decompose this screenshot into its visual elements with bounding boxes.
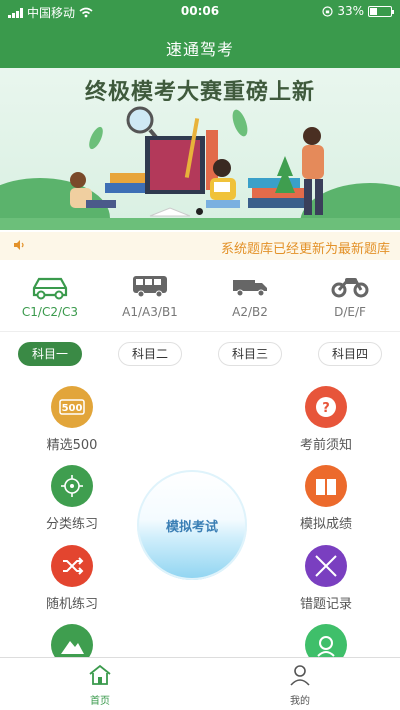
battery-percent: 33% xyxy=(337,4,364,18)
bus-icon xyxy=(133,276,167,298)
exam-notes-button[interactable]: ? 考前须知 xyxy=(276,386,376,453)
random-practice-button[interactable]: 随机练习 xyxy=(22,545,122,612)
home-icon xyxy=(89,664,111,685)
header-bar: 中国移动 00:06 33% 速通驾考 xyxy=(0,0,400,68)
category-a1[interactable]: A1/A3/B1 xyxy=(100,262,200,332)
banner-headline: 终极模考大赛重磅上新 xyxy=(84,80,315,105)
rotation-lock-icon xyxy=(322,5,333,17)
select-500-label: 精选500 xyxy=(46,438,98,453)
question-icon: ? xyxy=(305,386,347,428)
status-right: 33% xyxy=(322,4,394,18)
category-c1[interactable]: C1/C2/C3 xyxy=(0,262,100,332)
select-500-button[interactable]: 500 精选500 xyxy=(22,386,122,453)
mock-results-button[interactable]: 模拟成绩 xyxy=(276,465,376,532)
motorcycle-icon xyxy=(331,278,369,298)
tab-subject-3[interactable]: 科目三 xyxy=(218,342,282,366)
tab-home[interactable]: 首页 xyxy=(70,664,130,707)
notice-text: 系统题库已经更新为最新题库 xyxy=(220,242,390,257)
badge-text: 500 xyxy=(62,403,83,414)
mock-exam-button[interactable]: 模拟考试 xyxy=(137,470,247,580)
svg-text:?: ? xyxy=(322,401,330,416)
exam-notes-label: 考前须知 xyxy=(299,438,352,453)
random-practice-label: 随机练习 xyxy=(45,597,98,612)
category-label: A1/A3/B1 xyxy=(122,305,178,319)
tab-mine[interactable]: 我的 xyxy=(270,664,330,707)
mock-results-label: 模拟成绩 xyxy=(299,517,352,532)
category-label: C1/C2/C3 xyxy=(21,305,79,319)
target-icon xyxy=(51,465,93,507)
tab-subject-4[interactable]: 科目四 xyxy=(318,342,382,366)
promo-banner[interactable]: 终极模考大赛重磅上新 xyxy=(0,68,400,230)
category-d[interactable]: D/E/F xyxy=(300,262,400,332)
category-label: D/E/F xyxy=(334,305,366,319)
category-label: A2/B2 xyxy=(232,305,268,319)
carousel-dot-active[interactable] xyxy=(196,208,203,215)
open-book-icon xyxy=(305,465,347,507)
wrong-records-label: 错题记录 xyxy=(299,597,352,612)
status-bar: 中国移动 00:06 33% xyxy=(0,0,400,22)
user-icon xyxy=(290,665,310,686)
category-practice-button[interactable]: 分类练习 xyxy=(22,465,122,532)
category-a2[interactable]: A2/B2 xyxy=(200,262,300,332)
tab-subject-1[interactable]: 科目一 xyxy=(18,342,82,366)
cross-icon xyxy=(305,545,347,587)
speaker-icon xyxy=(14,240,24,250)
license-category-bar: C1/C2/C3 A1/A3/B1 A2/B2 D/E/F xyxy=(0,262,400,332)
mock-exam-label: 模拟考试 xyxy=(165,520,218,535)
page-title: 速通驾考 xyxy=(165,40,234,59)
shuffle-icon xyxy=(51,545,93,587)
tab-home-label: 首页 xyxy=(90,696,110,707)
tab-subject-2[interactable]: 科目二 xyxy=(118,342,182,366)
truck-icon xyxy=(233,280,267,297)
wrong-records-button[interactable]: 错题记录 xyxy=(276,545,376,612)
car-icon xyxy=(32,277,68,300)
select-500-icon: 500 xyxy=(51,386,93,428)
notice-bar[interactable]: 系统题库已经更新为最新题库 xyxy=(0,232,400,260)
tab-mine-label: 我的 xyxy=(290,696,310,707)
battery-icon xyxy=(368,5,394,17)
category-practice-label: 分类练习 xyxy=(45,517,98,532)
bottom-tab-bar: 首页 我的 xyxy=(0,657,400,710)
